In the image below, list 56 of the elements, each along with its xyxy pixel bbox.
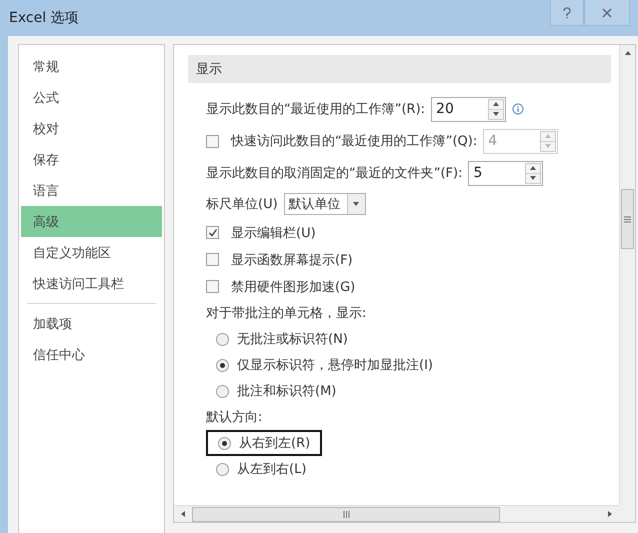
radio-button[interactable] — [216, 462, 229, 476]
scroll-thumb[interactable] — [192, 506, 500, 522]
section-header: 显示 — [188, 55, 611, 83]
checkbox-label: 禁用硬件图形加速(G) — [231, 278, 356, 296]
group-label: 默认方向: — [206, 409, 262, 426]
horizontal-scrollbar[interactable] — [174, 505, 619, 522]
option-label: 快速访问此数目的“最近使用的工作簿”(Q): — [231, 133, 478, 150]
sidebar-item[interactable]: 常规 — [21, 51, 162, 82]
sidebar-item[interactable]: 高级 — [21, 206, 162, 237]
scroll-left-icon[interactable] — [179, 510, 187, 518]
checkbox[interactable] — [206, 280, 219, 293]
scroll-up-icon[interactable] — [624, 49, 632, 57]
help-icon — [562, 6, 572, 18]
scroll-thumb[interactable] — [621, 189, 634, 249]
sidebar-item[interactable]: 语言 — [21, 175, 162, 206]
sidebar-item[interactable]: 校对 — [21, 113, 162, 144]
number-field[interactable]: 5 — [468, 160, 544, 186]
radio-button[interactable] — [216, 332, 229, 346]
option-label: 标尺单位(U) — [206, 196, 278, 213]
grip-icon — [342, 510, 350, 518]
spin-down-icon[interactable] — [492, 110, 500, 118]
number-field[interactable]: 20 — [431, 96, 506, 122]
checkmark-icon — [208, 228, 218, 238]
sidebar-item[interactable]: 信任中心 — [21, 339, 162, 370]
radio-label: 无批注或标识符(N) — [237, 331, 348, 348]
checkbox-label: 显示编辑栏(U) — [231, 224, 316, 242]
checkbox[interactable] — [206, 253, 219, 266]
radio-button[interactable] — [218, 436, 231, 450]
group-label: 对于带批注的单元格，显示: — [206, 305, 366, 322]
checkbox-label: 显示函数屏幕提示(F) — [231, 252, 353, 268]
sidebar-item[interactable]: 快速访问工具栏 — [21, 268, 162, 299]
radio-label: 批注和标识符(M) — [237, 383, 336, 400]
close-button[interactable] — [584, 0, 630, 26]
unit-dropdown[interactable]: 默认单位 — [284, 193, 366, 215]
radio-button[interactable] — [216, 384, 229, 398]
sidebar-item[interactable]: 自定义功能区 — [21, 237, 162, 268]
radio-label: 从左到右(L) — [237, 461, 306, 478]
radio-label: 仅显示标识符，悬停时加显批注(I) — [237, 357, 433, 374]
sidebar-item[interactable]: 保存 — [21, 144, 162, 175]
spin-up-icon[interactable] — [529, 164, 538, 172]
sidebar-item[interactable]: 公式 — [21, 82, 162, 113]
close-icon — [602, 8, 612, 18]
option-label: 显示此数目的“最近使用的工作簿”(R): — [206, 101, 426, 118]
spin-down-icon[interactable] — [529, 174, 538, 182]
checkbox[interactable] — [206, 226, 219, 239]
radio-button[interactable] — [216, 358, 229, 372]
grip-icon — [624, 216, 631, 222]
sidebar-item[interactable]: 加载项 — [21, 308, 162, 339]
vertical-scrollbar[interactable] — [619, 45, 635, 505]
spin-up-icon[interactable] — [492, 100, 500, 108]
window-title: Excel 选项 — [9, 9, 80, 27]
scroll-right-icon[interactable] — [606, 510, 614, 518]
option-label: 显示此数目的取消固定的“最近的文件夹”(F): — [206, 165, 462, 182]
help-button[interactable] — [550, 0, 584, 26]
dropdown-caret-icon[interactable] — [352, 200, 360, 208]
radio-label: 从右到左(R) — [239, 435, 310, 452]
